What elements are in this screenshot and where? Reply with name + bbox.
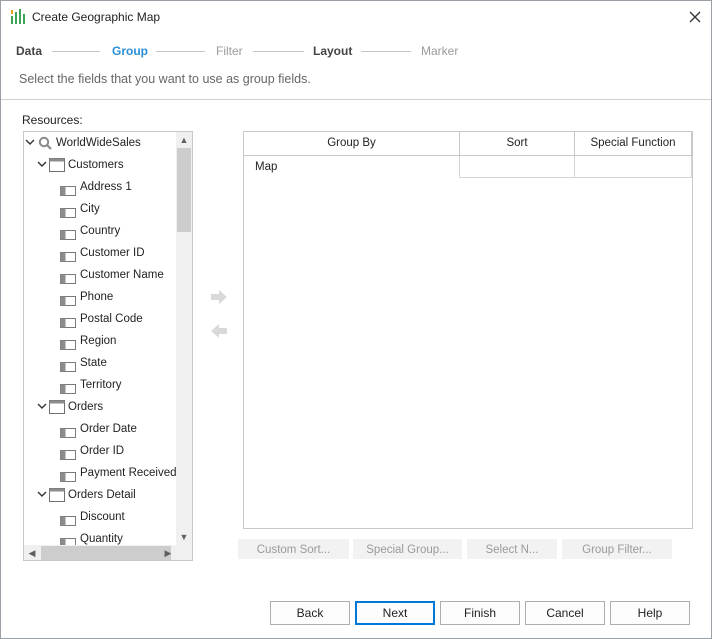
tree-item-label: Country: [80, 225, 121, 237]
tree-item-label: Address 1: [80, 181, 132, 193]
resources-tree[interactable]: WorldWideSales Customers Address 1 City Coun…: [23, 131, 193, 561]
tree-item[interactable]: Order ID: [24, 440, 176, 462]
special-group-button[interactable]: Special Group...: [353, 539, 462, 559]
step-marker[interactable]: Marker: [421, 44, 458, 58]
tree-item-label: WorldWideSales: [56, 137, 141, 149]
tree-item-label: Region: [80, 335, 117, 347]
tree-item-label: Orders Detail: [68, 489, 136, 501]
tree-item[interactable]: Country: [24, 220, 176, 242]
tree-item[interactable]: Territory: [24, 374, 176, 396]
tree-item[interactable]: Orders Detail: [24, 484, 176, 506]
chevron-down-icon[interactable]: [36, 396, 48, 418]
finish-button[interactable]: Finish: [440, 601, 520, 625]
step-layout[interactable]: Layout: [313, 44, 352, 58]
scroll-down-icon[interactable]: ▼: [176, 529, 192, 545]
tree-item[interactable]: City: [24, 198, 176, 220]
column-header-special-function[interactable]: Special Function: [575, 132, 692, 156]
resources-label: Resources:: [22, 113, 83, 127]
column-header-sort[interactable]: Sort: [460, 132, 575, 156]
arrow-right-icon: [208, 290, 230, 310]
back-button[interactable]: Back: [270, 601, 350, 625]
tree-item-label: Discount: [80, 511, 125, 523]
step-filter[interactable]: Filter: [216, 44, 243, 58]
tree-item[interactable]: Customers: [24, 154, 176, 176]
scroll-thumb[interactable]: [41, 546, 171, 560]
header-divider: [1, 99, 711, 100]
wizard-steps: Data Group Filter Layout Marker: [1, 41, 711, 61]
scroll-up-icon[interactable]: ▲: [176, 132, 192, 148]
title-bar: Create Geographic Map: [1, 1, 711, 33]
step-group[interactable]: Group: [112, 44, 148, 58]
tree-item[interactable]: Payment Received: [24, 462, 177, 484]
tree-item-label: Customer Name: [80, 269, 164, 281]
table-cell-special-function[interactable]: [575, 156, 692, 178]
table-cell-group-by[interactable]: Map: [244, 156, 460, 178]
tree-item-label: Payment Received: [80, 467, 177, 479]
scroll-right-icon[interactable]: ▶: [160, 545, 176, 560]
tree-item-label: State: [80, 357, 107, 369]
tree-item-label: City: [80, 203, 100, 215]
scroll-thumb[interactable]: [177, 148, 191, 232]
tree-item-label: Order ID: [80, 445, 125, 457]
step-connector: [156, 51, 205, 52]
chevron-down-icon[interactable]: [24, 132, 36, 154]
cancel-button[interactable]: Cancel: [525, 601, 605, 625]
tree-item-label: Customer ID: [80, 247, 145, 259]
tree-item-label: Postal Code: [80, 313, 143, 325]
chart-bars-icon: [11, 9, 25, 25]
create-geographic-map-dialog: Create Geographic Map Data Group Filter …: [0, 0, 712, 639]
tree-item[interactable]: Customer ID: [24, 242, 176, 264]
scroll-corner: [176, 545, 192, 560]
tree-item[interactable]: Orders: [24, 396, 176, 418]
tree-item-label: Territory: [80, 379, 122, 391]
tree-item[interactable]: WorldWideSales: [24, 132, 176, 154]
step-instructions: Select the fields that you want to use a…: [19, 72, 311, 86]
step-data[interactable]: Data: [16, 44, 42, 58]
scroll-left-icon[interactable]: ◀: [24, 545, 40, 560]
tree-item[interactable]: Address 1: [24, 176, 176, 198]
chevron-down-icon[interactable]: [36, 484, 48, 506]
tree-item-label: Orders: [68, 401, 104, 413]
add-field-button[interactable]: [208, 287, 230, 307]
select-n-button[interactable]: Select N...: [467, 539, 557, 559]
tree-item[interactable]: State: [24, 352, 176, 374]
horizontal-scrollbar[interactable]: ◀ ▶: [24, 545, 176, 560]
help-button[interactable]: Help: [610, 601, 690, 625]
tree-item[interactable]: Order Date: [24, 418, 176, 440]
chevron-down-icon[interactable]: [36, 154, 48, 176]
tree-item[interactable]: Region: [24, 330, 176, 352]
next-button[interactable]: Next: [355, 601, 435, 625]
tree-item-label: Phone: [80, 291, 114, 303]
tree-item[interactable]: Phone: [24, 286, 176, 308]
dialog-title: Create Geographic Map: [32, 10, 161, 24]
arrow-left-icon: [208, 324, 230, 344]
tree-item[interactable]: Postal Code: [24, 308, 176, 330]
step-connector: [52, 51, 100, 52]
group-filter-button[interactable]: Group Filter...: [562, 539, 672, 559]
remove-field-button[interactable]: [208, 321, 230, 341]
table-cell-sort[interactable]: [460, 156, 575, 178]
tree-item-label: Order Date: [80, 423, 137, 435]
step-connector: [361, 51, 411, 52]
column-header-group-by[interactable]: Group By: [244, 132, 460, 156]
group-fields-table[interactable]: Group By Sort Special Function Map: [243, 131, 693, 529]
custom-sort-button[interactable]: Custom Sort...: [238, 539, 349, 559]
close-icon[interactable]: [683, 5, 707, 29]
tree-item-label: Customers: [68, 159, 124, 171]
tree-item[interactable]: Customer Name: [24, 264, 176, 286]
step-connector: [253, 51, 304, 52]
tree-item[interactable]: Discount: [24, 506, 176, 528]
vertical-scrollbar[interactable]: ▲ ▼: [176, 132, 192, 545]
